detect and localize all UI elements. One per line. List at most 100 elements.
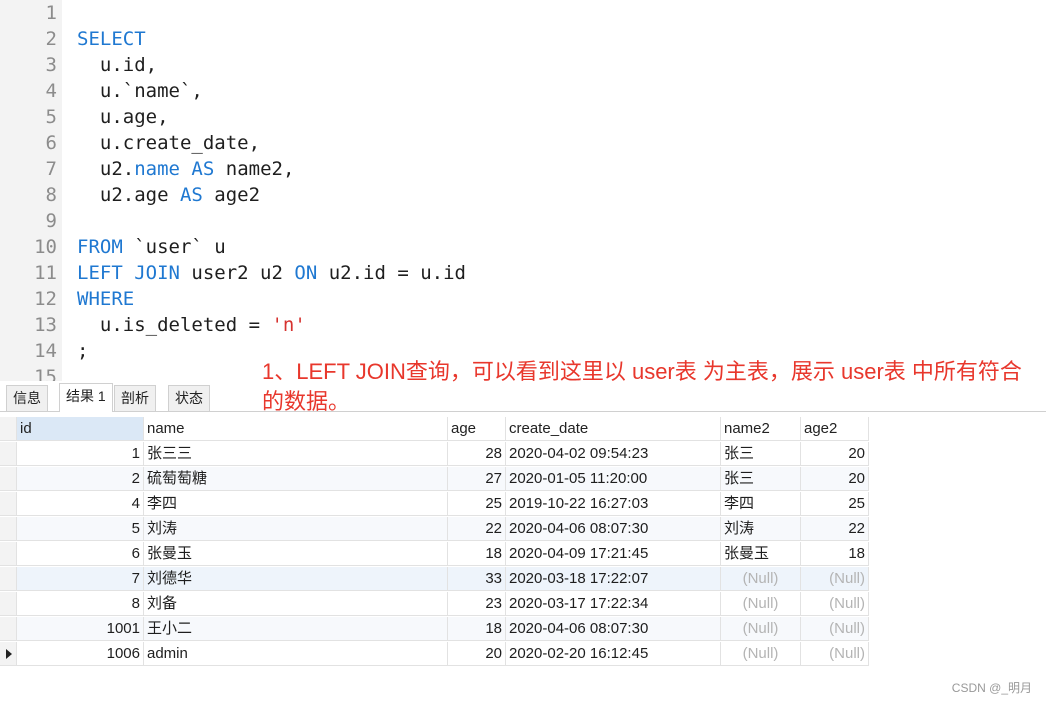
cell-create_date[interactable]: 2020-03-18 17:22:07 xyxy=(506,567,721,591)
line-number: 5 xyxy=(45,106,57,128)
code-line: 9 xyxy=(0,208,57,234)
cell-name[interactable]: 刘涛 xyxy=(144,517,448,541)
table-row[interactable]: 4 李四 25 2019-10-22 16:27:03 李四 25 xyxy=(0,492,870,517)
cell-age[interactable]: 20 xyxy=(448,642,506,666)
cell-create_date[interactable]: 2020-04-02 09:54:23 xyxy=(506,442,721,466)
cell-age[interactable]: 22 xyxy=(448,517,506,541)
table-row[interactable]: 1006 admin 20 2020-02-20 16:12:45 (Null) (Nul… xyxy=(0,642,870,667)
cell-name2[interactable]: (Null) xyxy=(721,642,801,666)
cell-name[interactable]: 李四 xyxy=(144,492,448,516)
line-number: 2 xyxy=(45,28,57,50)
cell-age2[interactable]: (Null) xyxy=(801,567,869,591)
cell-create_date[interactable]: 2020-03-17 17:22:34 xyxy=(506,592,721,616)
code-line: 10 FROM `user` u xyxy=(0,234,226,260)
cell-name2[interactable]: (Null) xyxy=(721,567,801,591)
line-number: 4 xyxy=(45,80,57,102)
cell-name2[interactable]: 张三 xyxy=(721,442,801,466)
code-line: 3 u.id, xyxy=(0,52,158,78)
line-number: 15 xyxy=(34,366,57,381)
cell-id[interactable]: 1001 xyxy=(17,617,144,641)
row-indicator xyxy=(0,617,17,641)
tab-profile[interactable]: 剖析 xyxy=(114,385,156,411)
cell-name[interactable]: 刘备 xyxy=(144,592,448,616)
cell-create_date[interactable]: 2020-04-06 08:07:30 xyxy=(506,517,721,541)
cell-create_date[interactable]: 2020-01-05 11:20:00 xyxy=(506,467,721,491)
cell-create_date[interactable]: 2020-04-09 17:21:45 xyxy=(506,542,721,566)
cell-age[interactable]: 18 xyxy=(448,617,506,641)
line-number: 11 xyxy=(34,262,57,284)
cell-name2[interactable]: 李四 xyxy=(721,492,801,516)
code-text: u2.age AS age2 xyxy=(77,184,261,206)
tab-result-1[interactable]: 结果 1 xyxy=(59,383,113,412)
code-line: 7 u2.name AS name2, xyxy=(0,156,295,182)
cell-age2[interactable]: 18 xyxy=(801,542,869,566)
cell-id[interactable]: 1006 xyxy=(17,642,144,666)
line-number: 9 xyxy=(45,210,57,232)
table-row[interactable]: 6 张曼玉 18 2020-04-09 17:21:45 张曼玉 18 xyxy=(0,542,870,567)
column-header-create_date[interactable]: create_date xyxy=(506,417,721,441)
table-row[interactable]: 5 刘涛 22 2020-04-06 08:07:30 刘涛 22 xyxy=(0,517,870,542)
cell-name2[interactable]: (Null) xyxy=(721,617,801,641)
cell-id[interactable]: 7 xyxy=(17,567,144,591)
cell-id[interactable]: 8 xyxy=(17,592,144,616)
cell-age[interactable]: 33 xyxy=(448,567,506,591)
column-header-name2[interactable]: name2 xyxy=(721,417,801,441)
row-indicator xyxy=(0,517,17,541)
tab-info[interactable]: 信息 xyxy=(6,385,48,411)
cell-create_date[interactable]: 2020-04-06 08:07:30 xyxy=(506,617,721,641)
table-row[interactable]: 8 刘备 23 2020-03-17 17:22:34 (Null) (Null) xyxy=(0,592,870,617)
column-header-age2[interactable]: age2 xyxy=(801,417,869,441)
line-number: 7 xyxy=(45,158,57,180)
code-line: 5 u.age, xyxy=(0,104,169,130)
cell-name[interactable]: 王小二 xyxy=(144,617,448,641)
cell-id[interactable]: 2 xyxy=(17,467,144,491)
cell-age[interactable]: 18 xyxy=(448,542,506,566)
cell-age2[interactable]: (Null) xyxy=(801,617,869,641)
cell-name2[interactable]: 张三 xyxy=(721,467,801,491)
code-line: 14; xyxy=(0,338,88,364)
cell-age2[interactable]: 20 xyxy=(801,442,869,466)
cell-create_date[interactable]: 2020-02-20 16:12:45 xyxy=(506,642,721,666)
table-row[interactable]: 7 刘德华 33 2020-03-18 17:22:07 (Null) (Null) xyxy=(0,567,870,592)
cell-id[interactable]: 4 xyxy=(17,492,144,516)
code-line: 2 SELECT xyxy=(0,26,146,52)
cell-age2[interactable]: 20 xyxy=(801,467,869,491)
cell-age2[interactable]: 25 xyxy=(801,492,869,516)
cell-name2[interactable]: (Null) xyxy=(721,592,801,616)
cell-name[interactable]: 刘德华 xyxy=(144,567,448,591)
code-text: ; xyxy=(77,340,89,362)
column-header-name[interactable]: name xyxy=(144,417,448,441)
sql-editor[interactable]: 1 2 SELECT 3 u.id, 4 u.`name`, 5 u.age, 6 u.cr… xyxy=(0,0,1046,381)
code-text: u.create_date, xyxy=(77,132,261,154)
cell-age[interactable]: 28 xyxy=(448,442,506,466)
cell-name2[interactable]: 张曼玉 xyxy=(721,542,801,566)
table-row[interactable]: 1 张三三 28 2020-04-02 09:54:23 张三 20 xyxy=(0,442,870,467)
cell-name[interactable]: 硫萄萄糖 xyxy=(144,467,448,491)
cell-name2[interactable]: 刘涛 xyxy=(721,517,801,541)
watermark: CSDN @_明月 xyxy=(951,681,1032,695)
code-line: 15 xyxy=(0,364,57,381)
cell-age2[interactable]: (Null) xyxy=(801,592,869,616)
cell-id[interactable]: 5 xyxy=(17,517,144,541)
table-row[interactable]: 2 硫萄萄糖 27 2020-01-05 11:20:00 张三 20 xyxy=(0,467,870,492)
cell-name[interactable]: 张三三 xyxy=(144,442,448,466)
cell-id[interactable]: 1 xyxy=(17,442,144,466)
table-row[interactable]: 1001 王小二 18 2020-04-06 08:07:30 (Null) (Null) xyxy=(0,617,870,642)
cell-age[interactable]: 27 xyxy=(448,467,506,491)
column-header-id[interactable]: id xyxy=(17,417,144,441)
cell-age2[interactable]: (Null) xyxy=(801,642,869,666)
cell-create_date[interactable]: 2019-10-22 16:27:03 xyxy=(506,492,721,516)
cell-age[interactable]: 25 xyxy=(448,492,506,516)
tab-status[interactable]: 状态 xyxy=(168,385,210,411)
current-row-arrow-icon xyxy=(6,649,12,659)
row-indicator xyxy=(0,542,17,566)
line-number: 12 xyxy=(34,288,57,310)
code-text: u.id, xyxy=(77,54,158,76)
cell-name[interactable]: 张曼玉 xyxy=(144,542,448,566)
cell-age2[interactable]: 22 xyxy=(801,517,869,541)
cell-age[interactable]: 23 xyxy=(448,592,506,616)
cell-id[interactable]: 6 xyxy=(17,542,144,566)
row-indicator xyxy=(0,492,17,516)
column-header-age[interactable]: age xyxy=(448,417,506,441)
cell-name[interactable]: admin xyxy=(144,642,448,666)
